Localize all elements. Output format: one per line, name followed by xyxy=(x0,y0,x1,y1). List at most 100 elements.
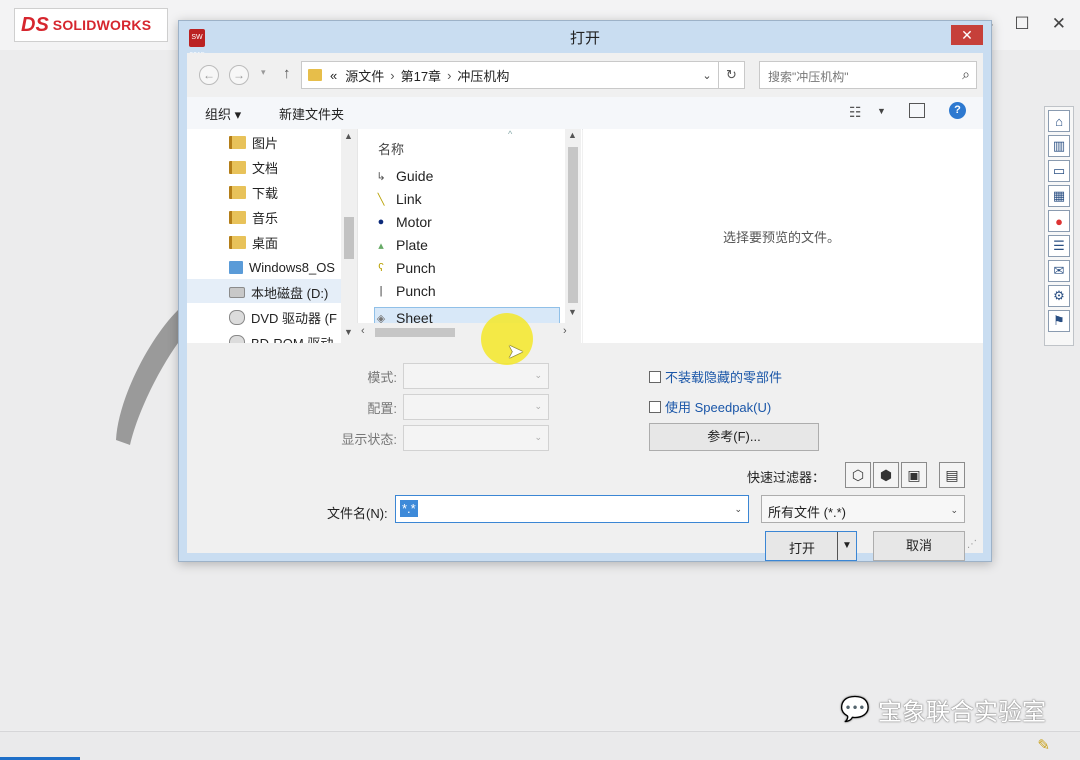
open-button[interactable]: 打开 ▼ xyxy=(765,531,857,561)
up-arrow-icon[interactable]: ↑ xyxy=(283,65,291,82)
file-type-select[interactable]: 所有文件 (*.*) ⌄ xyxy=(761,495,965,523)
scroll-left-icon[interactable]: ‹ xyxy=(361,325,365,337)
filename-value: *.* xyxy=(400,500,418,517)
nav-item-music[interactable]: 音乐 xyxy=(229,206,278,228)
file-list-vertical-scrollbar[interactable]: ▲ ▼ xyxy=(565,129,581,323)
scroll-up-icon[interactable]: ▲ xyxy=(344,131,353,141)
resize-grip-icon[interactable]: ⋰ xyxy=(967,539,977,550)
open-options-chevron-icon[interactable]: ▼ xyxy=(837,532,856,560)
organize-menu[interactable]: 组织 ▾ xyxy=(205,104,241,123)
sort-ascending-icon: ^ xyxy=(508,129,513,139)
scroll-thumb[interactable] xyxy=(568,147,578,303)
nav-item-label: 桌面 xyxy=(252,235,279,251)
list-item[interactable]: ▴ Plate xyxy=(376,234,566,256)
filter-top-level-assemblies-icon[interactable]: ▤ xyxy=(939,462,965,488)
list-item[interactable]: ● Motor xyxy=(376,211,566,233)
chevron-down-icon: ⌄ xyxy=(534,432,542,442)
chevron-down-icon[interactable]: ⌄ xyxy=(950,505,958,516)
nav-item-local-disk-d[interactable]: 本地磁盘 (D:) xyxy=(229,281,328,303)
hide-components-checkbox[interactable]: 不装载隐藏的零部件 xyxy=(649,367,782,386)
search-input[interactable]: 搜索"冲压机构" ⌕ xyxy=(759,61,977,89)
scroll-thumb[interactable] xyxy=(344,217,354,259)
help-icon[interactable]: ? xyxy=(949,102,966,119)
nav-item-label: 音乐 xyxy=(252,210,279,226)
home-icon[interactable]: ⌂ xyxy=(1048,110,1070,132)
checkbox-box[interactable] xyxy=(649,370,661,383)
view-options-chevron-icon[interactable]: ▼ xyxy=(877,106,886,116)
chevron-down-icon[interactable]: ⌄ xyxy=(734,504,742,515)
part-file-icon: ▴ xyxy=(378,239,384,252)
nav-item-downloads[interactable]: 下载 xyxy=(229,181,278,203)
folder-open-icon[interactable]: ▭ xyxy=(1048,160,1070,182)
documents-library-icon xyxy=(229,160,246,174)
nav-item-label: 本地磁盘 (D:) xyxy=(251,285,329,301)
breadcrumb-source-files[interactable]: 源文件 xyxy=(345,66,384,85)
breadcrumb-chapter-17[interactable]: 第17章 xyxy=(401,66,441,85)
nav-item-documents[interactable]: 文档 xyxy=(229,156,278,178)
preview-pane: 选择要预览的文件。 xyxy=(583,129,983,343)
nav-item-label: DVD 驱动器 (F xyxy=(251,310,337,326)
list-item[interactable]: ↳ Guide xyxy=(376,165,566,187)
address-bar[interactable]: « 源文件 › 第17章 › 冲压机构 ⌄ xyxy=(301,61,719,89)
scroll-thumb[interactable] xyxy=(375,328,455,337)
breadcrumb-chevron-icon[interactable]: › xyxy=(390,68,394,83)
scroll-up-icon[interactable]: ▲ xyxy=(568,130,577,140)
nav-item-label: 下载 xyxy=(252,185,279,201)
nav-item-windows8-os[interactable]: Windows8_OS xyxy=(229,256,335,278)
part-file-icon: ʕ xyxy=(378,262,384,274)
tag-icon[interactable]: ✎ xyxy=(1037,736,1050,754)
file-name: Plate xyxy=(396,237,428,253)
back-button[interactable]: ← xyxy=(199,65,219,85)
forum-icon[interactable]: ✉ xyxy=(1048,260,1070,282)
scroll-down-icon[interactable]: ▼ xyxy=(344,327,353,337)
bd-rom-drive-icon xyxy=(229,334,245,343)
solidworks-resources-icon[interactable]: ⚑ xyxy=(1048,310,1070,332)
parts-3d-icon[interactable]: ▥ xyxy=(1048,135,1070,157)
list-item[interactable]: | Punch xyxy=(376,280,566,302)
filename-input[interactable]: *.* ⌄ xyxy=(395,495,749,523)
file-name: Motor xyxy=(396,214,432,230)
list-item[interactable]: ╲ Link xyxy=(376,188,566,210)
scroll-down-icon[interactable]: ▼ xyxy=(568,307,577,317)
nav-item-bd-rom-drive[interactable]: BD-ROM 驱动 xyxy=(229,331,333,343)
close-window-button[interactable]: ✕ xyxy=(1052,14,1066,34)
filter-assemblies-icon[interactable]: ⬢ xyxy=(873,462,899,488)
list-item[interactable]: ʕ Punch xyxy=(376,257,566,279)
nav-item-dvd-drive[interactable]: DVD 驱动器 (F xyxy=(229,306,337,328)
address-overflow[interactable]: « xyxy=(330,68,337,83)
column-header-name[interactable]: 名称 xyxy=(378,139,404,158)
refresh-button[interactable]: ↻ xyxy=(719,61,745,89)
command-bar: 组织 ▾ 新建文件夹 ☷ ▼ ? xyxy=(187,97,983,130)
solidworks-logo: DS SOLIDWORKS xyxy=(14,8,168,42)
desktop-folder-icon xyxy=(229,235,246,249)
checkbox-box[interactable] xyxy=(649,400,661,413)
dvd-drive-icon xyxy=(229,309,245,325)
nav-pane-scrollbar[interactable]: ▲ ▼ xyxy=(341,129,357,343)
search-icon[interactable]: ⌕ xyxy=(962,66,970,83)
references-button[interactable]: 参考(F)... xyxy=(649,423,819,451)
nav-item-label: 文档 xyxy=(252,160,279,176)
design-library-icon[interactable]: ⚙ xyxy=(1048,285,1070,307)
dialog-close-button[interactable]: ✕ xyxy=(951,25,983,45)
dialog-title-bar[interactable]: SW 2015 打开 ✕ xyxy=(179,21,991,59)
forward-button[interactable]: → xyxy=(229,65,249,85)
new-folder-button[interactable]: 新建文件夹 xyxy=(279,104,344,123)
custom-properties-icon[interactable]: ☰ xyxy=(1048,235,1070,257)
cancel-button[interactable]: 取消 xyxy=(873,531,965,561)
nav-item-pictures[interactable]: 图片 xyxy=(229,131,278,153)
breadcrumb-chevron-icon[interactable]: › xyxy=(447,68,451,83)
speedpak-checkbox[interactable]: 使用 Speedpak(U) xyxy=(649,397,771,416)
breadcrumb-punch-mechanism[interactable]: 冲压机构 xyxy=(457,66,509,85)
chevron-down-icon[interactable]: ⌄ xyxy=(696,69,718,82)
scroll-right-icon[interactable]: › xyxy=(563,325,567,337)
filter-parts-icon[interactable]: ⬡ xyxy=(845,462,871,488)
change-view-icon[interactable]: ☷ xyxy=(849,104,862,121)
maximize-button[interactable]: ☐ xyxy=(1015,14,1030,34)
filter-drawings-icon[interactable]: ▣ xyxy=(901,462,927,488)
appearances-icon[interactable]: ● xyxy=(1048,210,1070,232)
preview-pane-icon[interactable] xyxy=(909,103,925,118)
view-palette-icon[interactable]: ▦ xyxy=(1048,185,1070,207)
nav-item-desktop[interactable]: 桌面 xyxy=(229,231,278,253)
file-list-horizontal-scrollbar[interactable]: ‹ › xyxy=(357,323,581,343)
recent-locations-chevron-icon[interactable]: ▾ xyxy=(261,67,266,78)
